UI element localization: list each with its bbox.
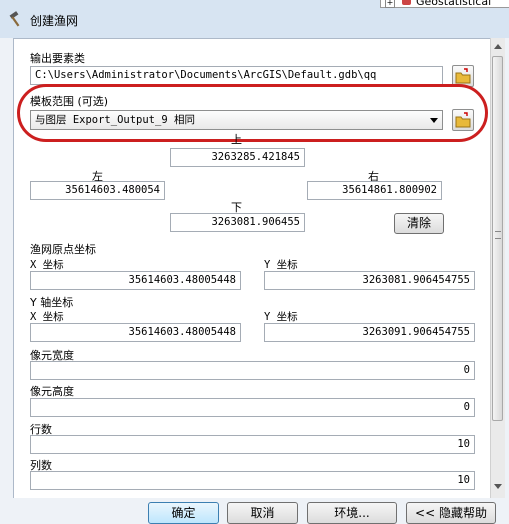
grip-icon (495, 231, 501, 239)
highlight-annotation-oval (17, 84, 488, 142)
yaxis-x-label: X 坐标 (30, 311, 64, 323)
yaxis-y-label: Y 坐标 (264, 311, 298, 323)
cell-width-field[interactable]: 0 (30, 361, 475, 380)
output-path-field[interactable]: C:\Users\Administrator\Documents\ArcGIS\… (30, 66, 443, 85)
hammer-icon (8, 10, 26, 28)
origin-y-label: Y 坐标 (264, 259, 298, 271)
rows-field[interactable]: 10 (30, 435, 475, 454)
background-window-tab[interactable]: + Geostatistical (380, 0, 509, 8)
origin-x-field[interactable]: 35614603.48005448 (30, 271, 241, 290)
clear-extent-button[interactable]: 清除 (394, 213, 444, 234)
folder-icon (455, 68, 471, 84)
output-label: 输出要素类 (30, 52, 85, 65)
cols-field[interactable]: 10 (30, 471, 475, 490)
extent-bottom-field[interactable]: 3263081.906455 (170, 213, 305, 232)
toolbox-icon (401, 0, 411, 5)
origin-x-label: X 坐标 (30, 259, 64, 271)
expand-icon: + (385, 0, 395, 8)
scroll-down-icon[interactable] (494, 484, 502, 489)
cancel-button[interactable]: 取消 (227, 502, 298, 524)
scroll-thumb[interactable] (492, 56, 503, 421)
window-title: 创建渔网 (30, 14, 79, 28)
background-window-title: Geostatistical (416, 0, 492, 8)
vertical-scrollbar[interactable] (490, 38, 505, 498)
extent-right-field[interactable]: 35614861.800902 (307, 181, 442, 200)
environments-button[interactable]: 环境... (307, 502, 397, 524)
yaxis-x-field[interactable]: 35614603.48005448 (30, 323, 241, 342)
scroll-up-icon[interactable] (494, 44, 502, 49)
ok-button[interactable]: 确定 (148, 502, 219, 524)
extent-top-field[interactable]: 3263285.421845 (170, 148, 305, 167)
cell-height-field[interactable]: 0 (30, 398, 475, 417)
extent-top-label: 上 (231, 133, 242, 146)
extent-left-field[interactable]: 35614603.480054 (30, 181, 165, 200)
origin-y-field[interactable]: 3263081.906454755 (264, 271, 475, 290)
yaxis-y-field[interactable]: 3263091.906454755 (264, 323, 475, 342)
cell-height-label: 像元高度 (30, 385, 74, 398)
yaxis-label: Y 轴坐标 (30, 296, 74, 309)
origin-label: 渔网原点坐标 (30, 243, 96, 256)
hide-help-button[interactable]: << 隐藏帮助 (406, 502, 496, 524)
